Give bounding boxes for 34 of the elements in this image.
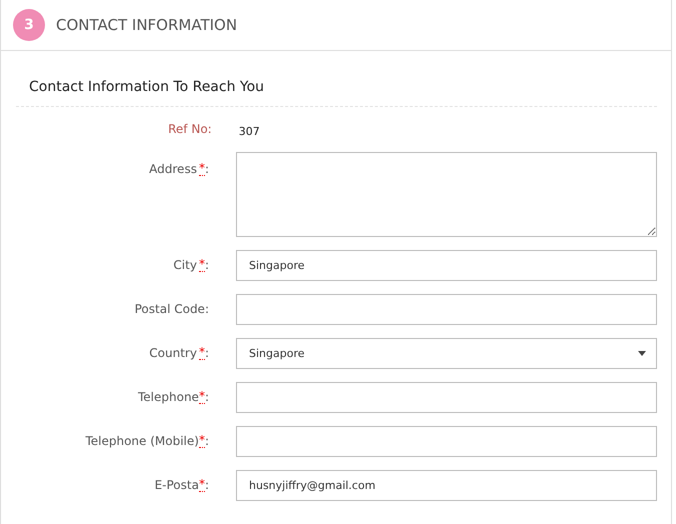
field-label: Address [149,162,197,176]
country-select[interactable]: Singapore [236,338,657,369]
label-colon: : [204,390,209,404]
required-mark: * [198,478,205,492]
label-colon: : [204,302,209,316]
field-label: Telephone [138,390,199,404]
field-label: Telephone (Mobile) [85,434,199,448]
required-mark: * [198,162,205,176]
text-field[interactable] [236,382,657,413]
field-label: E-Posta [154,478,199,492]
label-colon: : [204,434,209,448]
ref-number: 307 [238,124,260,138]
text-field[interactable] [236,294,657,325]
address-field[interactable] [236,152,657,237]
required-mark: * [198,258,205,272]
section-title: CONTACT INFORMATION [56,16,238,34]
required-mark: * [198,434,205,448]
text-field[interactable]: husnyjiffry@gmail.com [236,470,657,501]
text-field[interactable]: Singapore [236,250,657,281]
caret-icon [638,351,646,356]
label-colon: : [204,478,209,492]
step-number: 3 [13,9,45,41]
field-label: City [173,258,197,272]
required-mark: * [198,346,205,360]
field-label: Ref No [168,122,208,136]
field-label: Country [149,346,197,360]
required-mark: * [198,390,205,404]
text-field[interactable] [236,426,657,457]
label-colon: : [204,162,209,176]
label-colon: : [208,122,212,136]
field-label: Postal Code [134,302,205,316]
label-colon: : [204,258,209,272]
subsection-title: Contact Information To Reach You [16,79,657,107]
label-colon: : [204,346,209,360]
